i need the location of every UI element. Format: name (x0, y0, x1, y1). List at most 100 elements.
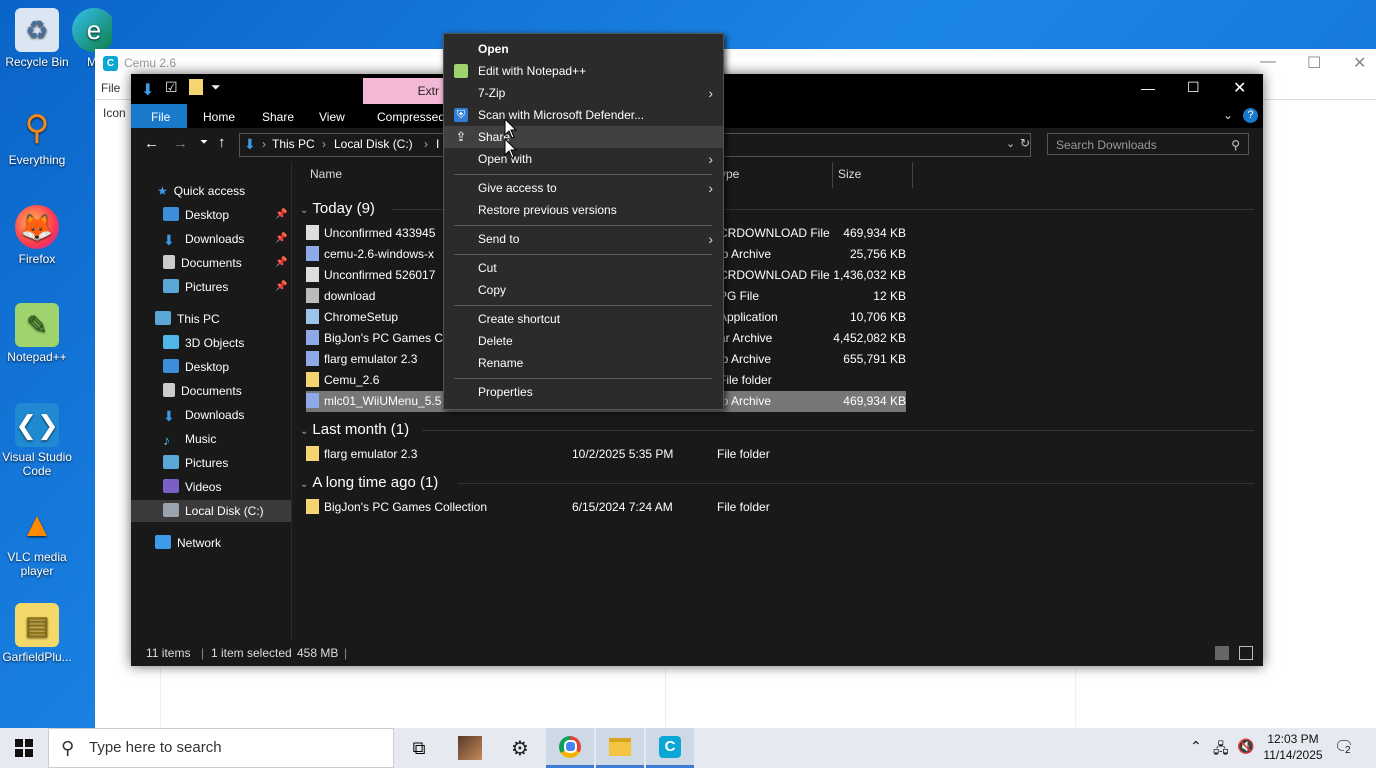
menu-item-delete[interactable]: Delete (444, 330, 723, 352)
taskbar-search-input[interactable]: ⚲ Type here to search (48, 728, 394, 768)
large-icons-view-icon[interactable] (1239, 646, 1253, 660)
nav-pictures-pc[interactable]: Pictures (131, 452, 291, 474)
search-magnifier-icon: ⚲ (24, 109, 50, 147)
start-button[interactable] (0, 728, 48, 768)
extract-context-tab[interactable]: Extr (363, 78, 443, 104)
tab-compressed[interactable]: Compressed (377, 110, 445, 124)
desktop-icon-vlc[interactable]: ▲ VLC media player (0, 503, 77, 578)
nav-downloads[interactable]: ⬇ Downloads 📌 (131, 228, 291, 250)
task-view-button[interactable]: ⧉ (395, 728, 443, 768)
menu-item-properties[interactable]: Properties (444, 381, 723, 403)
properties-check-icon[interactable]: ☑ (165, 79, 178, 96)
taskbar-settings[interactable]: ⚙ (496, 728, 544, 768)
download-arrow-icon: ⬇ (244, 136, 256, 152)
breadcrumb-partial[interactable]: I (436, 137, 439, 151)
menu-item-open[interactable]: Open (444, 38, 723, 60)
cemu-menu-file[interactable]: File (101, 81, 120, 95)
zip-folder-icon: ▤ (15, 603, 59, 647)
taskbar-cemu[interactable]: C (646, 728, 694, 768)
application-icon (306, 309, 319, 324)
maximize-icon[interactable]: ☐ (1307, 53, 1321, 73)
nav-quick-access[interactable]: ★ Quick access (131, 180, 291, 202)
nav-music[interactable]: ♪ Music (131, 428, 291, 450)
close-icon[interactable]: ✕ (1233, 78, 1246, 98)
menu-item-scan-defender[interactable]: ⛨ Scan with Microsoft Defender... (444, 104, 723, 126)
new-folder-icon[interactable] (189, 79, 203, 95)
nav-local-disk[interactable]: Local Disk (C:) (131, 500, 291, 522)
up-arrow-icon[interactable]: ↑ (218, 134, 226, 151)
image-file-icon (306, 288, 319, 303)
nav-desktop-pc[interactable]: Desktop (131, 356, 291, 378)
nav-videos[interactable]: Videos (131, 476, 291, 498)
column-header-size[interactable]: Size (838, 167, 861, 181)
minimize-icon[interactable]: — (1260, 53, 1276, 71)
volume-muted-icon[interactable]: 🔇 (1237, 738, 1254, 755)
group-today[interactable]: ⌄ Today (9) (300, 200, 375, 217)
table-row[interactable]: BigJon's PC Games Collection 6/15/2024 7… (306, 497, 906, 518)
nav-desktop[interactable]: Desktop 📌 (131, 204, 291, 226)
menu-item-share[interactable]: ⇪ Share (444, 126, 723, 148)
group-long-ago[interactable]: ⌄ A long time ago (1) (300, 474, 438, 491)
notification-center-icon[interactable]: 🗨 2 (1334, 737, 1354, 757)
column-header-name[interactable]: Name (310, 167, 342, 181)
desktop-icon-firefox[interactable]: 🦊 Firefox (0, 205, 77, 266)
nav-network[interactable]: Network (131, 532, 291, 554)
refresh-icon[interactable]: ↻ (1020, 136, 1030, 150)
tab-home[interactable]: Home (203, 110, 235, 124)
search-icon: ⚲ (1231, 138, 1240, 152)
recent-locations-chevron-icon[interactable]: ⏷ (200, 137, 208, 148)
menu-item-edit-notepad[interactable]: Edit with Notepad++ (444, 60, 723, 82)
desktop-icon-garfield[interactable]: ▤ GarfieldPlu... (0, 603, 77, 664)
search-input[interactable]: Search Downloads ⚲ (1047, 133, 1249, 155)
table-row[interactable]: flarg emulator 2.3 10/2/2025 5:35 PM Fil… (306, 444, 906, 465)
nav-3d-objects[interactable]: 3D Objects (131, 332, 291, 354)
status-bar: 11 items | 1 item selected 458 MB | (131, 640, 1263, 666)
nav-downloads-pc[interactable]: ⬇ Downloads (131, 404, 291, 426)
network-icon[interactable]: 🖧 (1213, 738, 1229, 762)
menu-item-7zip[interactable]: 7-Zip › (444, 82, 723, 104)
ribbon-expand-chevron-icon[interactable]: ⌄ (1223, 108, 1233, 122)
menu-item-restore-versions[interactable]: Restore previous versions (444, 199, 723, 221)
menu-item-send-to[interactable]: Send to › (444, 228, 723, 250)
breadcrumb-local-disk[interactable]: Local Disk (C:) (334, 137, 413, 151)
nav-this-pc[interactable]: This PC (131, 308, 291, 330)
show-hidden-icons-chevron-icon[interactable]: ⌃ (1190, 738, 1202, 755)
desktop-icon-notepad-plus[interactable]: ✎ Notepad++ (0, 303, 77, 364)
nav-documents-pc[interactable]: Documents (131, 380, 291, 402)
clock[interactable]: 12:03 PM 11/14/2025 (1262, 731, 1324, 763)
nav-pictures[interactable]: Pictures 📌 (131, 276, 291, 298)
tab-file[interactable]: File (131, 104, 187, 128)
menu-item-open-with[interactable]: Open with › (444, 148, 723, 170)
desktop-icon-vscode[interactable]: ❮❯ Visual Studio Code (0, 403, 77, 478)
close-icon[interactable]: ✕ (1353, 53, 1366, 73)
pin-icon: 📌 (275, 233, 288, 244)
column-separator[interactable] (912, 162, 913, 188)
tab-view[interactable]: View (319, 110, 345, 124)
details-view-icon[interactable] (1215, 646, 1229, 660)
help-icon[interactable]: ? (1243, 108, 1258, 123)
zip-file-icon (306, 351, 319, 366)
menu-item-copy[interactable]: Copy (444, 279, 723, 301)
desktop-icon-everything[interactable]: ⚲ Everything (0, 106, 77, 167)
tab-share[interactable]: Share (262, 110, 294, 124)
taskbar-app-game[interactable] (446, 728, 494, 768)
menu-item-cut[interactable]: Cut (444, 257, 723, 279)
menu-item-rename[interactable]: Rename (444, 352, 723, 374)
menu-item-give-access[interactable]: Give access to › (444, 177, 723, 199)
breadcrumb-this-pc[interactable]: This PC (272, 137, 315, 151)
taskbar-chrome[interactable] (546, 728, 594, 768)
music-note-icon: ♪ (163, 432, 170, 448)
column-separator[interactable] (832, 162, 833, 188)
maximize-icon[interactable]: ☐ (1187, 79, 1200, 96)
minimize-icon[interactable]: — (1141, 80, 1155, 96)
back-arrow-icon[interactable]: ← (144, 135, 159, 152)
taskbar-file-explorer[interactable] (596, 728, 644, 768)
nav-documents[interactable]: Documents 📌 (131, 252, 291, 274)
menu-item-create-shortcut[interactable]: Create shortcut (444, 308, 723, 330)
quick-access-dropdown-icon[interactable]: ⏷ (211, 80, 221, 95)
group-last-month[interactable]: ⌄ Last month (1) (300, 421, 409, 438)
desktop-icon-recycle-bin[interactable]: ♻ Recycle Bin (0, 8, 77, 69)
address-dropdown-icon[interactable]: ⌄ (1006, 137, 1015, 150)
download-arrow-icon: ⬇ (163, 408, 175, 424)
forward-arrow-icon[interactable]: → (173, 135, 188, 152)
